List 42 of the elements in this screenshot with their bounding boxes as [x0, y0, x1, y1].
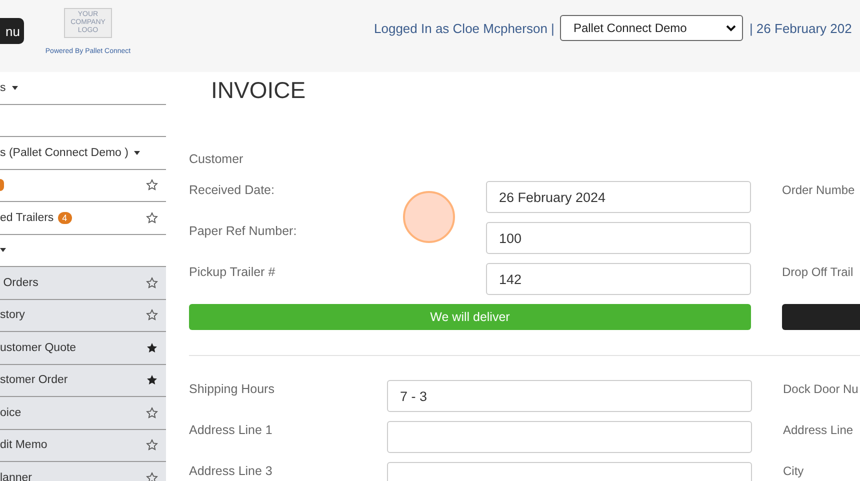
menu-button[interactable]: nu — [0, 18, 24, 44]
input-field[interactable]: 26 February 2024 — [486, 181, 751, 213]
count-badge: 4 — [58, 212, 72, 224]
star-icon[interactable] — [146, 374, 158, 386]
field-label: City — [783, 463, 805, 478]
field-label: Address Line 3 — [189, 463, 274, 478]
field-label: Pickup Trailer # — [189, 264, 276, 279]
star-icon[interactable] — [146, 439, 158, 452]
star-icon[interactable] — [146, 472, 158, 481]
input-field[interactable]: 7 - 3 — [387, 380, 752, 412]
input-field[interactable]: 142 — [486, 263, 751, 295]
star-icon[interactable] — [146, 212, 158, 224]
star-icon[interactable] — [146, 342, 158, 354]
field-label: Received Date: — [189, 182, 276, 197]
field-label: Customer — [189, 151, 244, 168]
date-text: | 26 February 202 — [749, 20, 852, 36]
logged-in-text: Logged In as Cloe Mcpherson | — [374, 20, 554, 36]
sidebar-item[interactable]: ed Trailers 4 — [0, 202, 166, 234]
sidebar-item[interactable]: ustomer Quote — [0, 332, 166, 364]
star-icon[interactable] — [146, 179, 158, 192]
star-icon[interactable] — [146, 309, 158, 322]
sidebar-item[interactable]: Orders — [0, 267, 166, 300]
star-icon[interactable] — [146, 276, 158, 289]
field-label: Paper Ref Number: — [189, 223, 298, 238]
field-label: Address Line 1 — [189, 422, 274, 437]
company-select[interactable]: Pallet Connect Demo — [560, 15, 744, 41]
sidebar-item[interactable]: lanner — [0, 462, 166, 481]
sidebar-item[interactable]: stomer Order — [0, 364, 166, 397]
input-field[interactable]: 100 — [486, 222, 751, 254]
sidebar-item[interactable]: story — [0, 300, 166, 332]
star-icon[interactable] — [146, 406, 158, 419]
field-label: Order Numbe — [782, 182, 856, 197]
input-field[interactable] — [387, 421, 752, 453]
sidebar-item[interactable]: dit Memo — [0, 430, 166, 462]
field-label: Address Line — [783, 422, 854, 437]
field-label: Shipping Hours — [189, 381, 276, 396]
field-label: Dock Door Nu — [783, 381, 860, 396]
field-label: Drop Off Trail — [782, 264, 854, 279]
click-marker — [403, 191, 455, 243]
invoice-title: INVOICE — [211, 76, 307, 104]
chevron-icon — [726, 24, 736, 32]
sidebar-item[interactable]: oice — [0, 397, 166, 430]
